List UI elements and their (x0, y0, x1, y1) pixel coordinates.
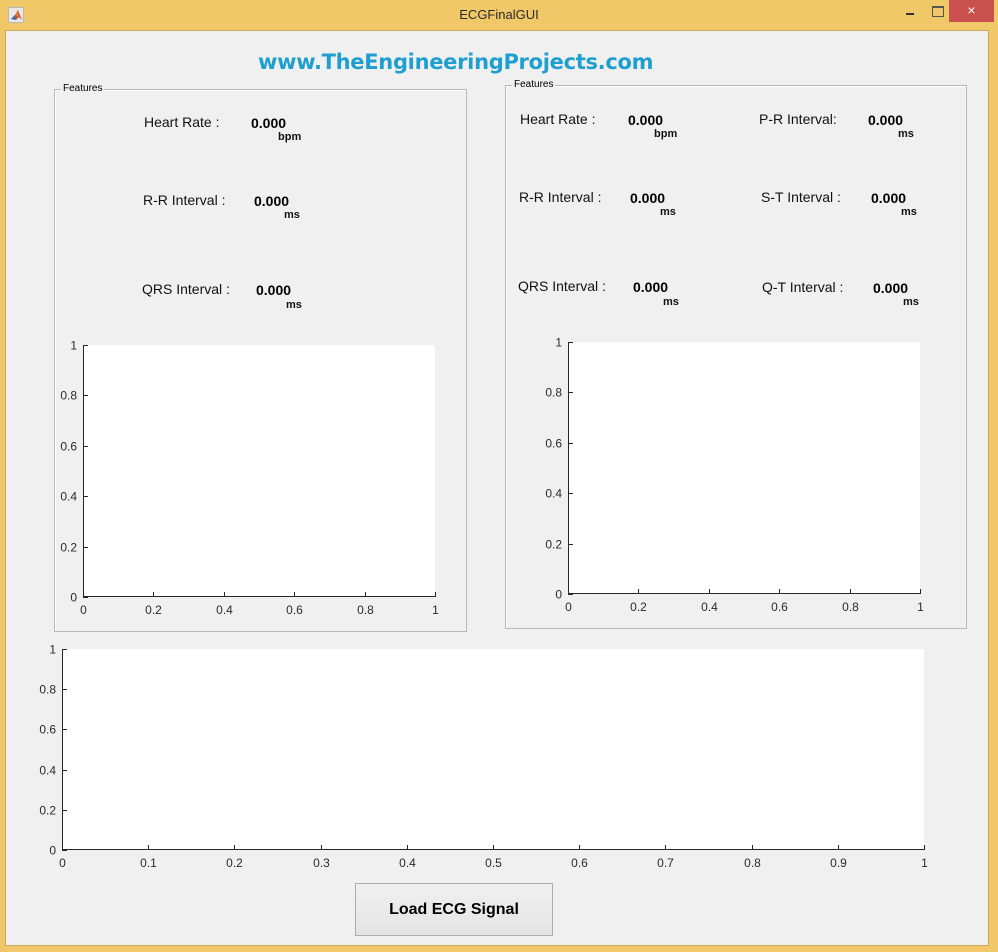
left-qrs-interval-unit: ms (286, 299, 302, 311)
x-tick-label: 0.8 (842, 600, 859, 614)
right-axes[interactable]: 0 0.2 0.4 0.6 0.8 1 0 0.2 0.4 0.6 0.8 1 (545, 336, 924, 615)
right-pr-interval-value: 0.000 (868, 112, 904, 128)
plot-area (83, 345, 435, 597)
right-qt-interval-unit: ms (903, 296, 919, 308)
left-rr-interval-value: 0.000 (254, 193, 290, 209)
right-st-interval-label: S-T Interval : (761, 189, 841, 205)
right-pr-interval-label: P-R Interval: (759, 111, 837, 127)
x-tick-label: 0 (80, 603, 87, 617)
y-tick-label: 1 (70, 339, 77, 353)
left-qrs-interval-value: 0.000 (256, 282, 292, 298)
left-heart-rate-unit: bpm (278, 131, 302, 143)
left-heart-rate-value: 0.000 (251, 115, 287, 131)
x-tick-label: 0.8 (744, 856, 761, 870)
left-rr-interval-unit: ms (284, 209, 300, 221)
y-tick-label: 0.4 (60, 490, 77, 504)
y-tick-label: 0.2 (39, 804, 56, 818)
left-rr-interval-label: R-R Interval : (143, 192, 226, 208)
y-tick-label: 0.2 (545, 538, 562, 552)
y-tick-label: 0.6 (60, 440, 77, 454)
right-qt-interval-label: Q-T Interval : (762, 279, 844, 295)
x-tick-label: 0.6 (771, 600, 788, 614)
x-tick-label: 0.3 (313, 856, 330, 870)
x-tick-label: 0.6 (571, 856, 588, 870)
brand-text: www.TheEngineeringProjects.com (258, 50, 654, 74)
y-tick-label: 1 (49, 643, 56, 657)
minimize-icon[interactable] (895, 0, 925, 22)
right-st-interval-unit: ms (901, 206, 917, 218)
right-qrs-interval-value: 0.000 (633, 279, 669, 295)
x-tick-label: 0.2 (145, 603, 162, 617)
x-tick-label: 0 (59, 856, 66, 870)
x-tick-label: 0.5 (485, 856, 502, 870)
y-tick-label: 0.4 (545, 487, 562, 501)
right-pr-interval-unit: ms (898, 128, 914, 140)
right-heart-rate-label: Heart Rate : (520, 111, 596, 127)
y-tick-label: 1 (555, 336, 562, 350)
x-tick-label: 0.7 (657, 856, 674, 870)
x-tick-label: 0.4 (216, 603, 233, 617)
maximize-icon[interactable] (925, 0, 949, 22)
left-qrs-interval-label: QRS Interval : (142, 281, 230, 297)
right-qt-interval-value: 0.000 (873, 280, 909, 296)
left-axes-svg: 0 0.2 0.4 0.6 0.8 1 0 0.2 0.4 0.6 0.8 1 (60, 339, 439, 618)
x-tick-label: 1 (432, 603, 439, 617)
left-axes[interactable]: 0 0.2 0.4 0.6 0.8 1 0 0.2 0.4 0.6 0.8 1 (60, 339, 439, 618)
right-st-interval-value: 0.000 (871, 190, 907, 206)
x-tick-label: 0.1 (140, 856, 157, 870)
right-heart-rate-unit: bpm (654, 128, 678, 140)
y-tick-label: 0 (70, 591, 77, 605)
bottom-axes[interactable]: 0 0.1 0.2 0.3 0.4 0.5 0.6 0.7 0.8 0.9 1 0 0.2 0.4 0.6 0… (39, 643, 928, 871)
y-tick-label: 0.4 (39, 764, 56, 778)
right-heart-rate-value: 0.000 (628, 112, 664, 128)
x-tick-label: 0.4 (701, 600, 718, 614)
x-tick-label: 0.2 (630, 600, 647, 614)
x-tick-label: 0.9 (830, 856, 847, 870)
panel-title: Features (61, 83, 105, 94)
y-tick-label: 0 (555, 588, 562, 602)
y-tick-label: 0.6 (545, 437, 562, 451)
x-tick-label: 1 (921, 856, 928, 870)
right-qrs-interval-label: QRS Interval : (518, 278, 606, 294)
plot-area (568, 342, 920, 594)
plot-area (62, 649, 924, 850)
window-title: ECGFinalGUI (459, 7, 539, 22)
x-tick-label: 0.6 (286, 603, 303, 617)
y-tick-label: 0.6 (39, 723, 56, 737)
right-rr-interval-unit: ms (660, 206, 676, 218)
x-tick-label: 0.8 (357, 603, 374, 617)
left-heart-rate-label: Heart Rate : (144, 114, 220, 130)
bottom-axes-svg: 0 0.1 0.2 0.3 0.4 0.5 0.6 0.7 0.8 0.9 1 0 0.2 0.4 0.6 0… (39, 643, 928, 871)
x-tick-label: 0.2 (226, 856, 243, 870)
y-tick-label: 0.8 (545, 386, 562, 400)
load-ecg-signal-button[interactable]: Load ECG Signal (355, 883, 553, 936)
title-bar[interactable]: ECGFinalGUI × (0, 0, 998, 30)
right-qrs-interval-unit: ms (663, 296, 679, 308)
y-tick-label: 0.8 (60, 389, 77, 403)
y-tick-label: 0 (49, 844, 56, 858)
x-tick-label: 0 (565, 600, 572, 614)
x-tick-label: 0.4 (399, 856, 416, 870)
y-tick-label: 0.2 (60, 541, 77, 555)
y-tick-label: 0.8 (39, 683, 56, 697)
right-rr-interval-value: 0.000 (630, 190, 666, 206)
right-rr-interval-label: R-R Interval : (519, 189, 602, 205)
right-axes-svg: 0 0.2 0.4 0.6 0.8 1 0 0.2 0.4 0.6 0.8 1 (545, 336, 924, 615)
close-icon[interactable]: × (949, 0, 994, 22)
panel-title: Features (512, 79, 556, 90)
app-window: ECGFinalGUI × www.TheEngineeringProjects… (0, 0, 998, 952)
x-tick-label: 1 (917, 600, 924, 614)
